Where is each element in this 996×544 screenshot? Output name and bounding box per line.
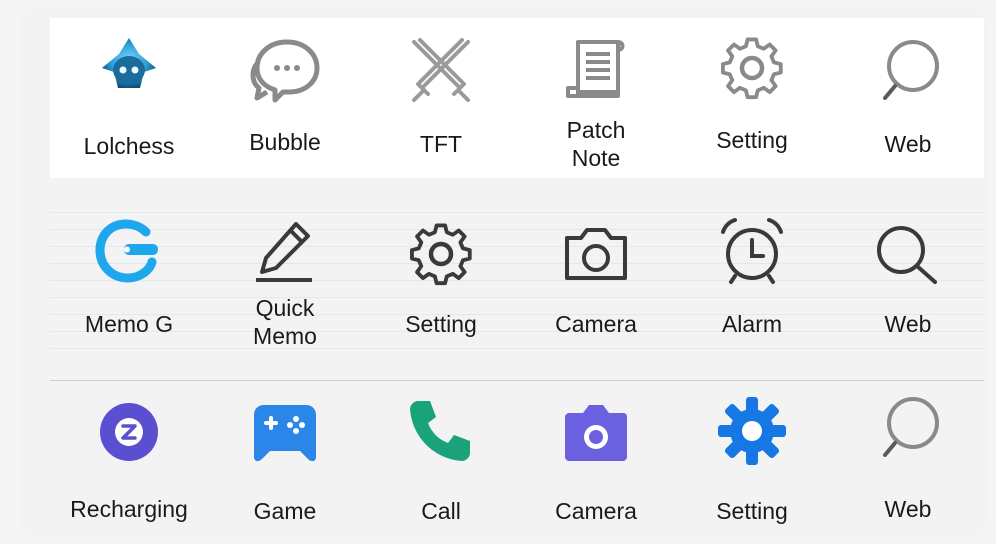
app-label-web-3: Web <box>884 496 932 522</box>
app-label-lolchess: Lolchess <box>83 133 175 159</box>
app-tile-setting-1[interactable]: Setting <box>682 18 822 178</box>
gear-filled-icon <box>718 397 786 465</box>
app-tile-web-1[interactable]: Web <box>838 18 978 178</box>
alarm-clock-icon <box>721 218 783 284</box>
app-label-call: Call <box>421 498 461 524</box>
app-label-bubble: Bubble <box>249 129 321 155</box>
app-label-quick-memo: Quick Memo <box>253 295 317 349</box>
app-label-setting-3: Setting <box>716 498 788 524</box>
app-label-alarm: Alarm <box>721 311 783 337</box>
app-label-setting-2: Setting <box>405 311 477 337</box>
app-label-setting-1: Setting <box>716 127 788 153</box>
app-tile-recharging[interactable]: Recharging <box>59 381 199 531</box>
app-tile-game[interactable]: Game <box>215 381 355 531</box>
app-label-patch-note: Patch Note <box>566 117 626 171</box>
search-outline-icon <box>883 397 939 457</box>
app-label-web-1: Web <box>884 131 932 157</box>
app-label-tft: TFT <box>419 131 463 157</box>
app-label-game: Game <box>253 498 317 524</box>
camera-filled-icon <box>565 405 627 461</box>
app-tile-tft[interactable]: TFT <box>371 18 511 178</box>
app-label-memo-g: Memo G <box>84 311 174 337</box>
chat-bubble-icon <box>250 39 320 103</box>
recharging-z-icon <box>100 403 158 461</box>
app-tile-setting-2[interactable]: Setting <box>371 200 511 360</box>
app-tile-memo-g[interactable]: Memo G <box>59 200 199 360</box>
app-tile-web-3[interactable]: Web <box>838 381 978 531</box>
app-label-recharging: Recharging <box>70 496 188 522</box>
camera-outline-icon <box>565 228 627 280</box>
crossed-swords-icon <box>412 38 470 102</box>
app-tile-alarm[interactable]: Alarm <box>682 200 822 360</box>
app-tile-patch-note[interactable]: Patch Note <box>526 18 666 178</box>
app-tile-call[interactable]: Call <box>371 381 511 531</box>
theme-row-2: Memo G Quick Memo Setting Camera Alarm W… <box>50 200 984 360</box>
app-tile-bubble[interactable]: Bubble <box>215 18 355 178</box>
scroll-note-icon <box>566 40 625 98</box>
app-tile-web-2[interactable]: Web <box>838 200 978 360</box>
app-label-camera-1: Camera <box>555 311 637 337</box>
app-label-camera-2: Camera <box>555 498 637 524</box>
memo-g-icon <box>95 219 158 283</box>
app-tile-quick-memo[interactable]: Quick Memo <box>215 200 355 360</box>
gear-outline-icon <box>721 37 783 100</box>
app-tile-setting-3[interactable]: Setting <box>682 381 822 531</box>
pencil-icon <box>256 222 312 282</box>
app-tile-camera-2[interactable]: Camera <box>526 381 666 531</box>
search-outline-icon <box>883 40 939 100</box>
app-tile-camera-1[interactable]: Camera <box>526 200 666 360</box>
gear-outline-icon <box>410 223 472 286</box>
theme-row-3: Recharging Game Call Camera Setting Web <box>50 380 984 531</box>
app-tile-lolchess[interactable]: Lolchess <box>59 18 199 178</box>
search-outline-icon <box>877 226 937 284</box>
lolchess-creature-icon <box>102 38 156 88</box>
gamepad-icon <box>254 405 316 462</box>
theme-row-1: Lolchess Bubble TFT Patch Note Setting W… <box>50 18 984 178</box>
phone-icon <box>410 401 470 461</box>
app-label-web-2: Web <box>884 311 932 337</box>
